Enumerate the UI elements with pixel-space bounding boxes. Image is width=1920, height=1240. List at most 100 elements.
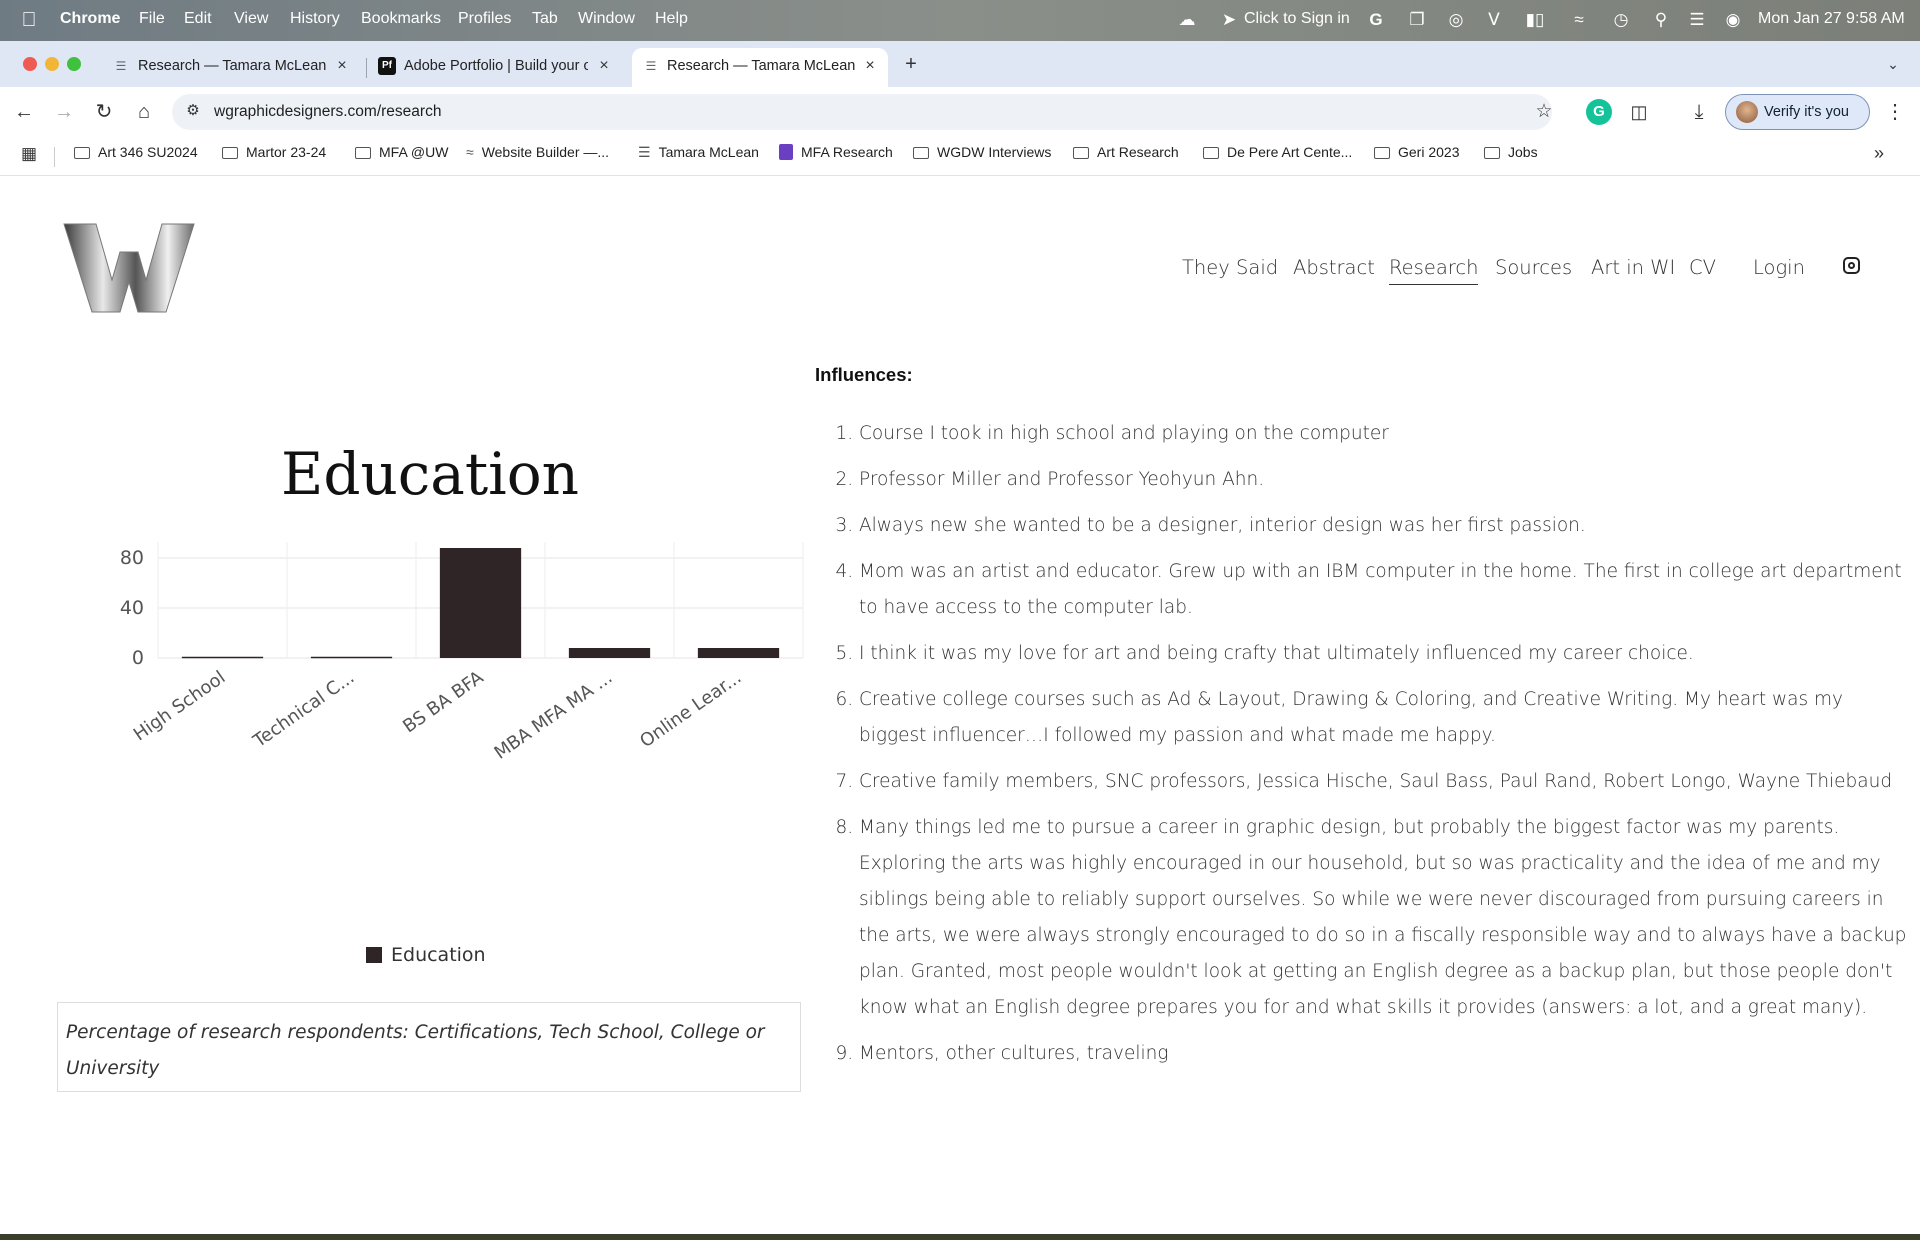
forms-icon xyxy=(779,144,793,160)
nav-research[interactable]: Research xyxy=(1389,256,1479,285)
more-bookmarks-chevron-icon[interactable]: » xyxy=(1866,140,1892,166)
chart-legend: Education xyxy=(366,944,486,966)
bookmark-martor[interactable]: Martor 23-24 xyxy=(222,144,326,160)
spotlight-search-icon[interactable]: ⚲ xyxy=(1650,9,1672,31)
site-info-icon[interactable]: ⚙ xyxy=(180,98,206,124)
site-favicon-icon: ☰ xyxy=(115,59,127,73)
tab-research-1[interactable]: ☰ Research — Tamara McLean × xyxy=(108,48,358,87)
tab-research-active[interactable]: ☰ Research — Tamara McLean × xyxy=(632,48,888,87)
folder-icon xyxy=(1203,147,1219,159)
close-window-button[interactable] xyxy=(23,57,37,71)
chart-title: Education xyxy=(280,440,579,508)
cloud-sync-icon[interactable]: ☁ xyxy=(1176,9,1198,31)
back-icon[interactable]: ← xyxy=(11,99,37,125)
bookmark-jobs[interactable]: Jobs xyxy=(1484,144,1538,160)
x-tick-label: BS BA BFA xyxy=(399,667,488,738)
bookmark-art-346[interactable]: Art 346 SU2024 xyxy=(74,144,198,160)
home-icon[interactable]: ⌂ xyxy=(131,99,157,125)
site-icon: ☰ xyxy=(638,144,651,160)
menu-clock[interactable]: Mon Jan 27 9:58 AM xyxy=(1758,10,1905,28)
battery-icon[interactable]: ▮▯ xyxy=(1520,9,1550,31)
window-icon[interactable]: ❐ xyxy=(1406,9,1428,31)
influence-item: Many things led me to pursue a career in… xyxy=(859,810,1909,1026)
new-tab-icon[interactable]: + xyxy=(898,51,924,77)
tab-search-chevron-icon[interactable]: ⌄ xyxy=(1880,51,1906,77)
airdrop-icon[interactable]: ◎ xyxy=(1445,9,1467,31)
apple-menu-icon[interactable]:  xyxy=(18,9,40,31)
grammarly-icon[interactable]: G xyxy=(1365,9,1387,31)
siri-icon[interactable]: ◉ xyxy=(1722,9,1744,31)
nav-art-in-wi[interactable]: Art in WI xyxy=(1591,256,1675,279)
influence-item: Professor Miller and Professor Yeohyun A… xyxy=(859,462,1909,498)
x-tick-label: High School xyxy=(130,667,230,745)
cast-icon[interactable]: ➤ xyxy=(1218,9,1240,31)
bookmark-de-pere[interactable]: De Pere Art Cente... xyxy=(1203,144,1352,160)
apps-grid-icon[interactable]: ▦ xyxy=(16,141,42,167)
influence-item: Mom was an artist and educator. Grew up … xyxy=(859,554,1909,626)
nav-sources[interactable]: Sources xyxy=(1495,256,1572,279)
menu-bookmarks[interactable]: Bookmarks xyxy=(361,10,441,28)
menu-tab[interactable]: Tab xyxy=(532,10,558,28)
bookmark-wgdw-interviews[interactable]: WGDW Interviews xyxy=(913,144,1051,160)
folder-icon xyxy=(1374,147,1390,159)
bluetooth-icon[interactable]: ᐯ xyxy=(1483,9,1505,31)
site-favicon-icon: ☰ xyxy=(645,59,657,73)
sign-in-status[interactable]: Click to Sign in xyxy=(1244,10,1350,28)
folder-icon xyxy=(913,147,929,159)
zoom-window-button[interactable] xyxy=(67,57,81,71)
influence-item: Course I took in high school and playing… xyxy=(859,416,1909,452)
chrome-menu-icon[interactable]: ⋮ xyxy=(1882,99,1908,125)
bookmark-mfa-uw[interactable]: MFA @UW xyxy=(355,144,448,160)
bookmarks-divider xyxy=(54,147,55,167)
nav-abstract[interactable]: Abstract xyxy=(1293,256,1375,279)
app-menu[interactable]: Chrome xyxy=(60,10,120,28)
bookmark-tamara-mclean[interactable]: ☰ Tamara McLean xyxy=(638,144,759,161)
close-tab-icon[interactable]: × xyxy=(594,56,614,76)
nav-cv[interactable]: CV xyxy=(1689,256,1716,279)
control-center-icon[interactable]: ☰ xyxy=(1686,9,1708,31)
close-tab-icon[interactable]: × xyxy=(860,56,880,76)
bookmark-geri-2023[interactable]: Geri 2023 xyxy=(1374,144,1459,160)
influence-item: Creative college courses such as Ad & La… xyxy=(859,682,1909,754)
reload-icon[interactable]: ↻ xyxy=(91,99,117,125)
y-tick-label: 40 xyxy=(120,597,144,619)
menu-edit[interactable]: Edit xyxy=(184,10,212,28)
influence-item: Always new she wanted to be a designer, … xyxy=(859,508,1909,544)
site-logo[interactable] xyxy=(62,222,196,314)
influence-item: Creative family members, SNC professors,… xyxy=(859,764,1909,800)
bookmark-website-builder[interactable]: ≈ Website Builder —... xyxy=(466,144,609,160)
bar xyxy=(310,656,393,659)
menu-help[interactable]: Help xyxy=(655,10,688,28)
extensions-puzzle-icon[interactable]: ◫ xyxy=(1626,99,1652,125)
forward-icon[interactable]: → xyxy=(51,99,77,125)
bar xyxy=(439,548,522,658)
nav-they-said[interactable]: They Said xyxy=(1182,256,1278,279)
menu-file[interactable]: File xyxy=(139,10,165,28)
bookmark-art-research[interactable]: Art Research xyxy=(1073,144,1179,160)
bar xyxy=(697,648,780,658)
bar xyxy=(568,648,651,658)
downloads-icon[interactable]: ⤓ xyxy=(1686,99,1712,125)
folder-icon xyxy=(1484,147,1500,159)
profile-avatar xyxy=(1736,101,1758,123)
folder-icon xyxy=(355,147,371,159)
instagram-icon[interactable] xyxy=(1843,257,1860,274)
grammarly-extension-icon[interactable]: G xyxy=(1586,99,1612,125)
tab-adobe-portfolio[interactable]: Pf Adobe Portfolio | Build your o × xyxy=(374,48,614,87)
x-tick-label: Technical C... xyxy=(249,667,359,753)
nav-login[interactable]: Login xyxy=(1753,256,1805,279)
close-tab-icon[interactable]: × xyxy=(332,56,352,76)
wifi-icon[interactable]: ≈ xyxy=(1568,9,1590,31)
menu-history[interactable]: History xyxy=(290,10,340,28)
url-text[interactable]: wgraphicdesigners.com/research xyxy=(214,103,441,121)
minimize-window-button[interactable] xyxy=(45,57,59,71)
menu-view[interactable]: View xyxy=(234,10,268,28)
verify-profile-button[interactable]: Verify it's you xyxy=(1725,94,1870,130)
menu-window[interactable]: Window xyxy=(578,10,635,28)
bookmark-mfa-research[interactable]: MFA Research xyxy=(779,144,893,160)
macos-menu-bar:  Chrome File Edit View History Bookmark… xyxy=(0,0,1920,41)
menu-profiles[interactable]: Profiles xyxy=(458,10,511,28)
bookmark-star-icon[interactable]: ☆ xyxy=(1531,99,1557,125)
time-machine-icon[interactable]: ◷ xyxy=(1610,9,1632,31)
influence-item: I think it was my love for art and being… xyxy=(859,636,1909,672)
